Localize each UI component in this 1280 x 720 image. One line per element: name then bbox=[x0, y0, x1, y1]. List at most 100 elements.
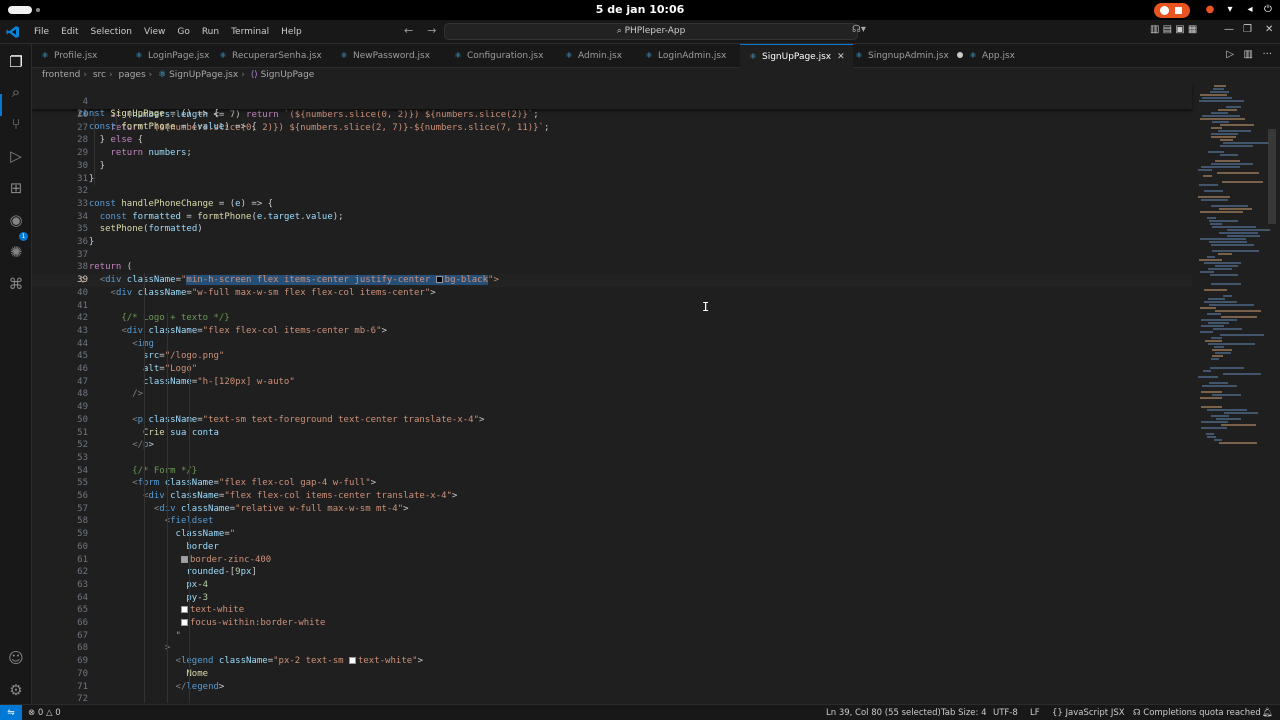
code-line[interactable]: 71 </legend> bbox=[32, 681, 1192, 694]
menu-run[interactable]: Run bbox=[196, 20, 225, 44]
code-line[interactable]: 72 bbox=[32, 693, 1192, 704]
code-line[interactable]: 62 rounded-[9px] bbox=[32, 566, 1192, 579]
breadcrumb-item[interactable]: src bbox=[93, 70, 106, 80]
source-control-icon[interactable]: ⑂ bbox=[6, 114, 26, 134]
system-clock[interactable]: 5 de jan 10:06 bbox=[0, 3, 1280, 16]
tab-singnupadmin[interactable]: ⚛ SingnupAdmin.jsx bbox=[854, 44, 963, 68]
network-icon[interactable]: ▾ bbox=[1224, 4, 1236, 16]
menu-terminal[interactable]: Terminal bbox=[225, 20, 275, 44]
code-line[interactable]: 37 bbox=[32, 249, 1192, 262]
run-debug-icon[interactable]: ▷ bbox=[6, 146, 26, 166]
sticky-line[interactable]: 4 const SignUpPage = () => { bbox=[32, 83, 1192, 120]
code-editor[interactable]: 4 const SignUpPage = () => { 21 const fo… bbox=[32, 83, 1280, 704]
minimap[interactable] bbox=[1192, 83, 1280, 704]
code-line[interactable]: 40 <div className="w-full max-w-sm flex … bbox=[32, 287, 1192, 300]
code-line[interactable]: 46 alt="Logo" bbox=[32, 363, 1192, 376]
remote-indicator-icon[interactable]: ⇋ bbox=[0, 705, 22, 720]
code-line[interactable]: 32 bbox=[32, 185, 1192, 198]
cursor-position[interactable]: Ln 39, Col 80 (55 selected) bbox=[826, 705, 941, 720]
code-line[interactable]: 36 } bbox=[32, 236, 1192, 249]
menu-file[interactable]: File bbox=[28, 20, 55, 44]
code-line[interactable]: 47 className="h-[120px] w-auto" bbox=[32, 376, 1192, 389]
vertical-scrollbar[interactable] bbox=[1268, 129, 1276, 224]
code-line[interactable]: 55 <form className="flex flex-col gap-4 … bbox=[32, 477, 1192, 490]
code-line[interactable]: 35 setPhone(formatted) bbox=[32, 223, 1192, 236]
breadcrumb-item[interactable]: SignUpPage bbox=[261, 70, 315, 80]
code-line[interactable]: 31 } bbox=[32, 173, 1192, 186]
tab-profile[interactable]: ⚛ Profile.jsx bbox=[40, 44, 97, 68]
code-line[interactable]: 66 focus-within:border-white bbox=[32, 617, 1192, 630]
minimize-button[interactable]: — bbox=[1224, 24, 1234, 35]
menu-help[interactable]: Help bbox=[275, 20, 308, 44]
tab-size[interactable]: Tab Size: 4 bbox=[941, 705, 987, 720]
code-line[interactable]: 61 border-zinc-400 bbox=[32, 554, 1192, 567]
copilot-icon[interactable]: ☊▾ bbox=[852, 24, 866, 35]
code-line[interactable]: 63 px-4 bbox=[32, 579, 1192, 592]
copilot-status[interactable]: ☊ Completions quota reached bbox=[1133, 705, 1261, 720]
code-line[interactable]: 69 <legend className="px-2 text-sm text-… bbox=[32, 655, 1192, 668]
settings-gear-icon[interactable]: ⚙ bbox=[6, 680, 26, 700]
volume-icon[interactable]: ◂ bbox=[1244, 4, 1256, 16]
encoding[interactable]: UTF-8 bbox=[993, 705, 1018, 720]
tab-configuration[interactable]: ⚛ Configuration.jsx bbox=[453, 44, 543, 68]
docker-icon[interactable]: ⌘ bbox=[6, 274, 26, 294]
nav-back-forward[interactable]: ← → bbox=[404, 24, 436, 37]
explorer-icon[interactable]: ❐ bbox=[6, 52, 26, 72]
code-line[interactable]: 50 <p className="text-sm text-foreground… bbox=[32, 414, 1192, 427]
remote-icon[interactable]: ◉ bbox=[6, 210, 26, 230]
end-of-line[interactable]: LF bbox=[1030, 705, 1040, 720]
menu-edit[interactable]: Edit bbox=[55, 20, 84, 44]
code-line[interactable]: 53 bbox=[32, 452, 1192, 465]
menu-view[interactable]: View bbox=[138, 20, 171, 44]
extensions-icon[interactable]: ⊞ bbox=[6, 178, 26, 198]
breadcrumb-item[interactable]: pages bbox=[118, 70, 145, 80]
screen-recording-indicator[interactable] bbox=[1154, 3, 1190, 18]
power-icon[interactable]: ⏻ bbox=[1262, 4, 1274, 16]
notifications-bell-icon[interactable]: 🔔︎ bbox=[1262, 705, 1273, 720]
code-line[interactable]: 38 return ( bbox=[32, 261, 1192, 274]
code-line[interactable]: 49 bbox=[32, 401, 1192, 414]
breadcrumb-item[interactable]: SignUpPage.jsx bbox=[169, 70, 238, 80]
tab-newpassword[interactable]: ⚛ NewPassword.jsx bbox=[339, 44, 430, 68]
editor-actions[interactable]: ▷ ▥ ··· bbox=[1226, 49, 1272, 60]
code-line[interactable]: 28 } else { bbox=[32, 134, 1192, 147]
code-line[interactable]: 48 /> bbox=[32, 388, 1192, 401]
code-line[interactable]: 29 return numbers; bbox=[32, 147, 1192, 160]
tab-loginpage[interactable]: ⚛ LoginPage.jsx bbox=[134, 44, 209, 68]
code-line[interactable]: 44 <img bbox=[32, 338, 1192, 351]
tab-loginadmin[interactable]: ⚛ LoginAdmin.jsx bbox=[644, 44, 726, 68]
code-line[interactable]: 34 const formatted = formtPhone(e.target… bbox=[32, 211, 1192, 224]
language-mode[interactable]: {} JavaScript JSX bbox=[1052, 705, 1125, 720]
layout-toggle-icons[interactable]: ▥ ▤ ▣ ▦ bbox=[1150, 24, 1197, 35]
code-line[interactable]: 58 <fieldset bbox=[32, 515, 1192, 528]
code-line[interactable]: 43 <div className="flex flex-col items-c… bbox=[32, 325, 1192, 338]
code-line[interactable]: 60 border bbox=[32, 541, 1192, 554]
menu-selection[interactable]: Selection bbox=[85, 20, 138, 44]
code-line[interactable]: 54 {/* Form */} bbox=[32, 465, 1192, 478]
code-line[interactable]: 45 src="/logo.png" bbox=[32, 350, 1192, 363]
code-line[interactable]: 56 <div className="flex flex-col items-c… bbox=[32, 490, 1192, 503]
copilot-chat-icon[interactable]: ✺ bbox=[6, 242, 26, 262]
tab-admin[interactable]: ⚛ Admin.jsx bbox=[564, 44, 622, 68]
account-icon[interactable]: ☺ bbox=[6, 648, 26, 668]
code-line[interactable]: 57 <div className="relative w-full max-w… bbox=[32, 503, 1192, 516]
restore-button[interactable]: ❐ bbox=[1243, 24, 1252, 35]
code-line[interactable]: 52 </p> bbox=[32, 439, 1192, 452]
code-line[interactable]: 30 } bbox=[32, 160, 1192, 173]
code-line[interactable]: 70 Nome bbox=[32, 668, 1192, 681]
sticky-line[interactable]: 21 const formtPhone = (value) => { bbox=[32, 96, 1192, 132]
problems-indicator[interactable]: ⊗ 0 △ 0 bbox=[28, 705, 61, 720]
tab-app[interactable]: ⚛ App.jsx bbox=[968, 44, 1015, 68]
code-line[interactable]: 41 bbox=[32, 300, 1192, 313]
code-line[interactable]: 67 " bbox=[32, 630, 1192, 643]
menu-go[interactable]: Go bbox=[171, 20, 195, 44]
tab-recuperarsenha[interactable]: ⚛ RecuperarSenha.jsx bbox=[218, 44, 321, 68]
tab-signuppage[interactable]: ⚛ SignUpPage.jsx ✕ bbox=[740, 44, 853, 68]
close-window-button[interactable]: ✕ bbox=[1265, 24, 1273, 35]
code-line[interactable]: 39 💡︎ <div className="min-h-screen flex i… bbox=[32, 274, 1192, 287]
close-tab-icon[interactable]: ✕ bbox=[837, 52, 845, 62]
code-line[interactable]: 51 Crie sua conta bbox=[32, 427, 1192, 440]
search-icon[interactable]: ⌕ bbox=[6, 82, 26, 102]
code-line[interactable]: 68 > bbox=[32, 642, 1192, 655]
code-line[interactable]: 33 const handlePhoneChange = (e) => { bbox=[32, 198, 1192, 211]
